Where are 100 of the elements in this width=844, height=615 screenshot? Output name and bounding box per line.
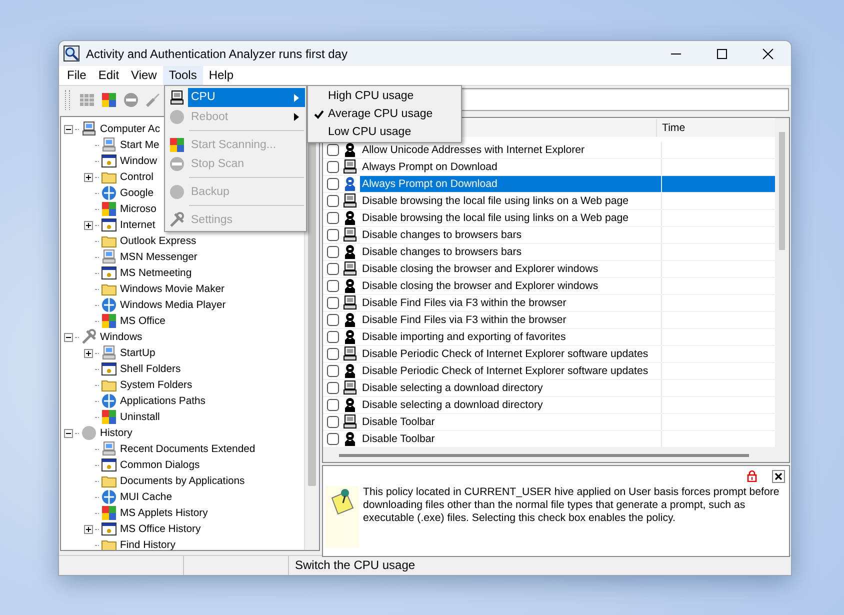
person-icon bbox=[342, 363, 358, 379]
expand-icon[interactable] bbox=[84, 172, 93, 182]
checkbox[interactable] bbox=[327, 331, 339, 343]
computer-icon bbox=[101, 137, 117, 153]
checkbox[interactable] bbox=[327, 195, 339, 207]
checkbox[interactable] bbox=[327, 161, 339, 173]
app-icon bbox=[63, 45, 80, 62]
window-icon bbox=[101, 153, 117, 169]
policy-name[interactable]: Disable Find Files via F3 within the browser bbox=[360, 295, 662, 311]
expand-icon[interactable] bbox=[84, 220, 93, 230]
person-icon bbox=[342, 278, 358, 294]
tree-item[interactable]: Windows Media Player bbox=[120, 300, 226, 310]
policy-name[interactable]: Disable closing the browser and Explorer windows bbox=[360, 261, 662, 277]
expand-icon[interactable] bbox=[84, 348, 93, 358]
collapse-icon[interactable] bbox=[64, 124, 73, 134]
menu-item[interactable]: View bbox=[125, 66, 163, 85]
person-icon bbox=[342, 329, 358, 345]
puzzle-icon bbox=[169, 136, 185, 152]
menu-item[interactable]: Help bbox=[202, 66, 240, 85]
person-icon bbox=[342, 312, 358, 328]
collapse-icon[interactable] bbox=[64, 428, 73, 438]
submenu-arrow-icon bbox=[294, 112, 299, 120]
checkbox[interactable] bbox=[327, 178, 339, 190]
policy-name[interactable]: Disable Toolbar bbox=[360, 414, 662, 430]
checkbox[interactable] bbox=[327, 263, 339, 275]
policy-name[interactable]: Disable changes to browsers bars bbox=[360, 244, 662, 260]
tree-item[interactable]: MS Netmeeting bbox=[120, 268, 192, 278]
person-icon bbox=[342, 210, 358, 226]
policy-description: This policy located in CURRENT_USER hive applied on User basis forces prompt before downloading files other than the normal file types that generate a prompt, such as executable (.exe) files. Selecting this check box enables the policy. bbox=[362, 486, 780, 526]
tree-item[interactable]: Applications Paths bbox=[120, 396, 206, 406]
policy-name[interactable]: Disable selecting a download directory bbox=[360, 380, 662, 396]
tree-item[interactable]: Documents by Applications bbox=[120, 476, 245, 486]
tree-item[interactable]: MS Office bbox=[120, 316, 166, 326]
puzzle-icon bbox=[101, 313, 117, 329]
checkbox[interactable] bbox=[327, 212, 339, 224]
person-icon bbox=[342, 397, 358, 413]
tree-item[interactable]: MS Applets History bbox=[120, 508, 208, 518]
policy-name[interactable]: Disable Periodic Check of Internet Explorer software updates bbox=[360, 363, 662, 379]
tree-item[interactable]: Start Me bbox=[120, 140, 160, 150]
policy-name[interactable]: Always Prompt on Download bbox=[360, 159, 662, 175]
tree-item[interactable]: MS Office History bbox=[120, 524, 201, 534]
person-icon bbox=[342, 176, 358, 192]
policy-name[interactable]: Disable browsing the local file using links on a Web page bbox=[360, 193, 662, 209]
menu-item[interactable]: File bbox=[61, 66, 92, 85]
menu-option[interactable]: High CPU usage bbox=[328, 90, 414, 102]
close-button[interactable] bbox=[772, 470, 785, 483]
policy-name[interactable]: Disable Find Files via F3 within the browser bbox=[360, 312, 662, 328]
tree-item[interactable]: Computer Ac bbox=[100, 124, 160, 134]
tree-item[interactable]: Windows Movie Maker bbox=[120, 284, 225, 294]
tree-item[interactable]: Find History bbox=[120, 540, 176, 550]
checkbox[interactable] bbox=[327, 365, 339, 377]
tree-item[interactable]: Common Dialogs bbox=[120, 460, 200, 470]
tree-item[interactable]: Window bbox=[120, 156, 157, 166]
tree-item[interactable]: History bbox=[100, 428, 132, 438]
policy-name[interactable]: Disable selecting a download directory bbox=[360, 397, 662, 413]
checkbox[interactable] bbox=[327, 416, 339, 428]
checkbox[interactable] bbox=[327, 144, 339, 156]
tree-item[interactable]: Outlook Express bbox=[120, 236, 196, 246]
policy-name[interactable]: Disable browsing the local file using links on a Web page bbox=[360, 210, 662, 226]
collapse-icon[interactable] bbox=[64, 332, 73, 342]
scrollbar-thumb[interactable] bbox=[339, 454, 749, 457]
tree-item[interactable]: Internet bbox=[120, 220, 156, 230]
policy-name[interactable]: Disable closing the browser and Explorer windows bbox=[360, 278, 662, 294]
checkbox[interactable] bbox=[327, 246, 339, 258]
checkbox[interactable] bbox=[327, 348, 339, 360]
menu-item[interactable]: Edit bbox=[92, 66, 126, 85]
computer-icon bbox=[101, 441, 117, 457]
menu-option[interactable]: Average CPU usage bbox=[328, 108, 433, 120]
tree-item[interactable]: StartUp bbox=[120, 348, 156, 358]
disc-icon bbox=[81, 425, 97, 441]
policy-name[interactable]: Disable changes to browsers bars bbox=[360, 227, 662, 243]
checkbox[interactable] bbox=[327, 297, 339, 309]
puzzle-icon bbox=[101, 201, 117, 217]
tree-item[interactable]: Microso bbox=[120, 204, 156, 214]
tree-item[interactable]: Shell Folders bbox=[120, 364, 181, 374]
scrollbar-thumb[interactable] bbox=[779, 132, 785, 250]
checkbox[interactable] bbox=[327, 229, 339, 241]
tree-item[interactable]: MUI Cache bbox=[120, 492, 172, 502]
tree-item[interactable]: Recent Documents Extended bbox=[120, 444, 256, 454]
policy-name[interactable]: Disable Toolbar bbox=[360, 431, 662, 447]
policy-name[interactable]: Always Prompt on Download bbox=[360, 176, 662, 192]
expand-icon[interactable] bbox=[84, 524, 93, 534]
policy-name[interactable]: Disable importing and exporting of favorites bbox=[360, 329, 662, 345]
tree-item[interactable]: Uninstall bbox=[120, 412, 160, 422]
tree-item[interactable]: Windows bbox=[100, 332, 142, 342]
checkbox[interactable] bbox=[327, 314, 339, 326]
scrollbar[interactable] bbox=[323, 448, 789, 462]
checkbox[interactable] bbox=[327, 280, 339, 292]
scrollbar[interactable] bbox=[775, 118, 789, 448]
checkbox[interactable] bbox=[327, 433, 339, 445]
checkbox[interactable] bbox=[327, 399, 339, 411]
policy-name[interactable]: Disable Periodic Check of Internet Explorer software updates bbox=[360, 346, 662, 362]
column-header[interactable]: Time bbox=[657, 119, 775, 137]
menu-item[interactable]: Tools bbox=[162, 66, 203, 85]
tree-item[interactable]: Control bbox=[120, 172, 154, 182]
tree-item[interactable]: MSN Messenger bbox=[120, 252, 198, 262]
tree-item[interactable]: System Folders bbox=[120, 380, 192, 390]
checkbox[interactable] bbox=[327, 382, 339, 394]
menu-option[interactable]: Low CPU usage bbox=[328, 126, 412, 138]
tree-item[interactable]: Google bbox=[120, 188, 154, 198]
